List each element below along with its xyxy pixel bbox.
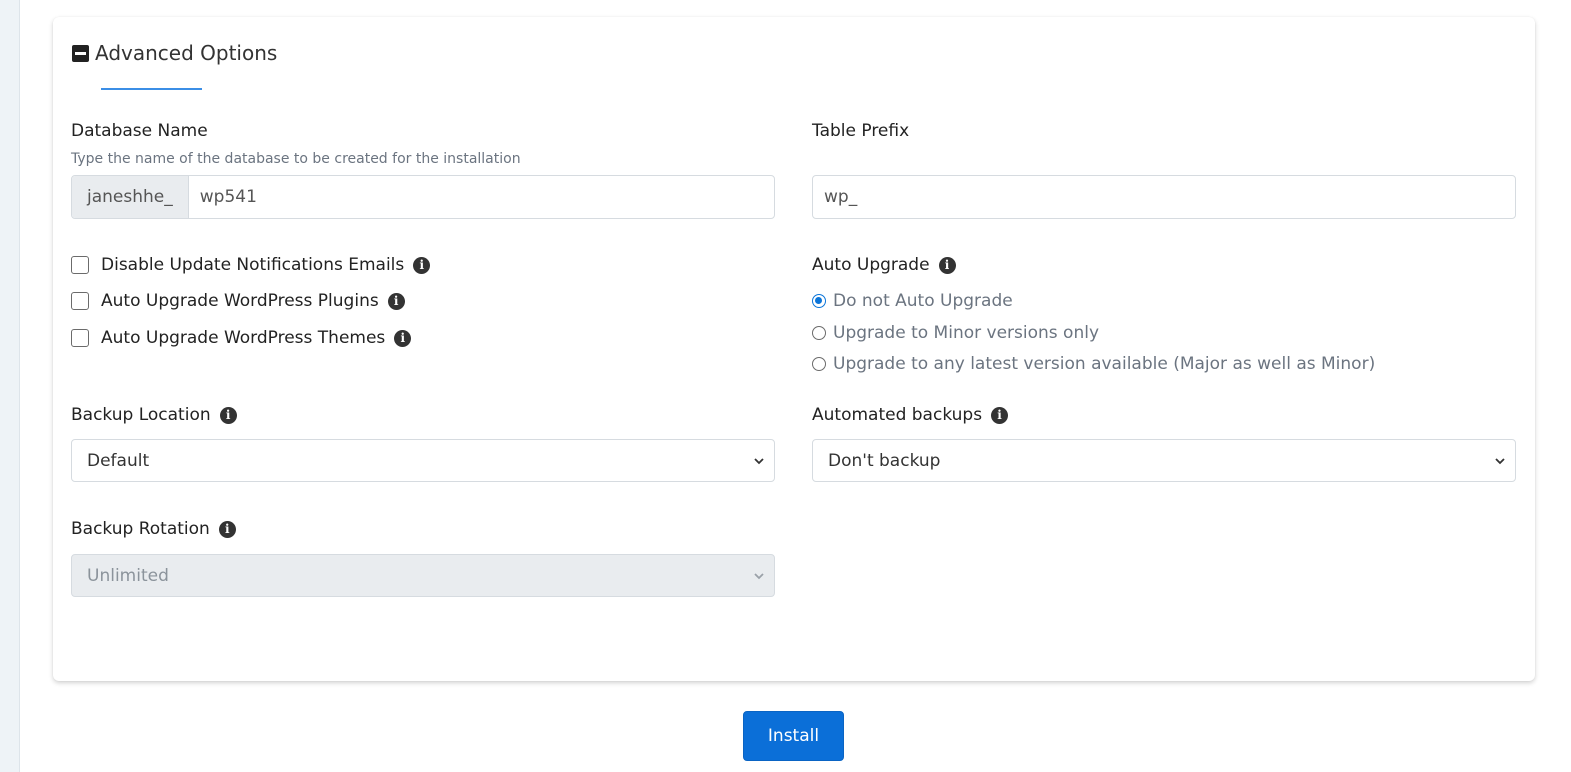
backup-rotation-select: Unlimited [71, 554, 775, 597]
info-icon[interactable]: i [219, 406, 237, 424]
radio-latest-version[interactable] [812, 357, 826, 371]
radio-no-auto-upgrade[interactable] [812, 294, 826, 308]
auto-upgrade-label-text: Auto Upgrade [812, 255, 930, 275]
radio-latest-version-row[interactable]: Upgrade to any latest version available … [812, 354, 1375, 374]
disable-update-emails-checkbox[interactable] [71, 256, 89, 274]
advanced-options-toggle[interactable]: Advanced Options [72, 41, 277, 65]
database-name-help: Type the name of the database to be crea… [71, 151, 521, 167]
auto-upgrade-themes-checkbox-row[interactable]: Auto Upgrade WordPress Themes i [71, 328, 412, 348]
auto-upgrade-plugins-label: Auto Upgrade WordPress Plugins [101, 291, 379, 311]
automated-backups-selected: Don't backup [828, 450, 941, 471]
backup-location-label-text: Backup Location [71, 405, 211, 425]
backup-rotation-label: Backup Rotation i [71, 519, 236, 539]
radio-no-auto-upgrade-label: Do not Auto Upgrade [833, 291, 1013, 311]
automated-backups-select[interactable]: Don't backup [812, 439, 1516, 482]
info-icon[interactable]: i [218, 520, 236, 538]
auto-upgrade-themes-label: Auto Upgrade WordPress Themes [101, 328, 386, 348]
radio-minor-versions[interactable] [812, 326, 826, 340]
chevron-down-icon [1495, 458, 1505, 465]
disable-update-emails-label: Disable Update Notifications Emails [101, 255, 405, 275]
main-content: Advanced Options Database Name Type the … [20, 0, 1571, 772]
auto-upgrade-themes-checkbox[interactable] [71, 329, 89, 347]
database-name-input[interactable] [188, 176, 774, 218]
chevron-down-icon [754, 573, 764, 580]
left-sidebar-edge [0, 0, 20, 772]
backup-rotation-selected: Unlimited [87, 565, 169, 586]
info-icon[interactable]: i [394, 329, 412, 347]
database-name-label-text: Database Name [71, 121, 208, 141]
backup-location-selected: Default [87, 450, 150, 471]
radio-minor-versions-label: Upgrade to Minor versions only [833, 323, 1099, 343]
database-name-label: Database Name [71, 121, 208, 141]
chevron-down-icon [754, 458, 764, 465]
section-title: Advanced Options [95, 41, 278, 65]
table-prefix-input-group [812, 175, 1516, 219]
backup-location-label: Backup Location i [71, 405, 237, 425]
info-icon[interactable]: i [413, 256, 431, 274]
auto-upgrade-plugins-checkbox[interactable] [71, 292, 89, 310]
radio-minor-versions-row[interactable]: Upgrade to Minor versions only [812, 323, 1099, 343]
automated-backups-label-text: Automated backups [812, 405, 983, 425]
section-underline [101, 88, 202, 90]
advanced-options-card: Advanced Options Database Name Type the … [53, 17, 1535, 681]
radio-no-auto-upgrade-row[interactable]: Do not Auto Upgrade [812, 291, 1013, 311]
database-name-input-group: janeshhe_ [71, 175, 775, 219]
info-icon[interactable]: i [991, 406, 1009, 424]
table-prefix-input[interactable] [813, 176, 1515, 218]
disable-update-emails-checkbox-row[interactable]: Disable Update Notifications Emails i [71, 255, 431, 275]
collapse-minus-icon[interactable] [72, 44, 89, 62]
backup-rotation-label-text: Backup Rotation [71, 519, 210, 539]
table-prefix-label-text: Table Prefix [812, 121, 910, 141]
backup-location-select[interactable]: Default [71, 439, 775, 482]
table-prefix-label: Table Prefix [812, 121, 909, 141]
automated-backups-label: Automated backups i [812, 405, 1009, 425]
auto-upgrade-plugins-checkbox-row[interactable]: Auto Upgrade WordPress Plugins i [71, 291, 405, 311]
info-icon[interactable]: i [387, 292, 405, 310]
info-icon[interactable]: i [938, 256, 956, 274]
database-prefix-addon: janeshhe_ [72, 176, 189, 218]
auto-upgrade-label: Auto Upgrade i [812, 255, 956, 275]
install-button[interactable]: Install [743, 711, 844, 761]
radio-latest-version-label: Upgrade to any latest version available … [833, 354, 1376, 374]
